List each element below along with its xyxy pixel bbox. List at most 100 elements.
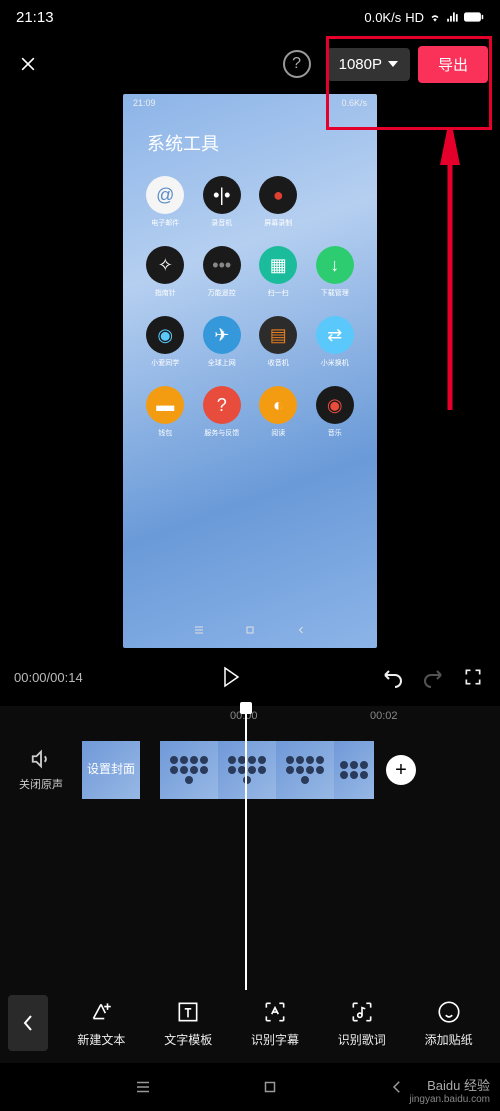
tool-recognize-subtitle[interactable]: 识别字幕 [251,999,299,1048]
chevron-left-icon [22,1014,34,1032]
speaker-icon [30,748,52,770]
playback-controls: 00:00/00:14 [0,648,500,706]
app-icon: ✈ [203,316,241,354]
app-icon: ▤ [259,316,297,354]
playhead[interactable] [245,702,247,990]
undo-button[interactable] [380,664,406,690]
app-icon: ▬ [146,386,184,424]
home-nav-icon[interactable] [261,1078,279,1096]
editor-header: ? 1080P 导出 [0,34,500,94]
tool-add-sticker[interactable]: 添加贴纸 [425,999,473,1048]
preview-status-bar: 21:09 0.6K/s [123,94,377,114]
export-button[interactable]: 导出 [418,46,488,83]
close-icon [18,54,38,74]
app-label: 音乐 [328,428,342,438]
wifi-icon [428,10,442,24]
play-icon [222,666,240,688]
app-item: ↓ 下载管理 [311,246,360,298]
bottom-toolbar: 新建文本 文字模板 识别字幕 识别歌词 添加贴纸 [0,983,500,1063]
tool-new-text[interactable]: 新建文本 [77,999,125,1048]
back-nav-button[interactable] [8,995,48,1051]
app-label: 收音机 [268,358,289,368]
app-icon: ◉ [146,316,184,354]
app-label: 小米换机 [321,358,349,368]
app-grid: @电子邮件•|•录音机●屏幕录制✧指南针•••万能遥控▦扫一扫↓下载管理◉小爱同… [123,176,377,438]
tool-label: 文字模板 [164,1031,212,1048]
app-label: 阅读 [271,428,285,438]
tool-label: 添加贴纸 [425,1031,473,1048]
signal-icon [446,10,460,24]
app-item: ◐ 阅读 [254,386,303,438]
close-button[interactable] [12,48,44,80]
app-icon: ↓ [316,246,354,284]
menu-nav-icon[interactable] [134,1078,152,1096]
tool-label: 识别字幕 [251,1031,299,1048]
watermark: Baidu 经验 jingyan.baidu.com [409,1075,490,1105]
app-item: ◉小爱同学 [141,316,190,368]
status-bar: 21:13 0.0K/s HD [0,0,500,34]
app-label: 指南针 [155,288,176,298]
app-item: ▦扫一扫 [254,246,303,298]
app-item: ◉ 音乐 [311,386,360,438]
app-icon: ◐ [259,386,297,424]
app-icon: ◉ [316,386,354,424]
clip-frame[interactable] [160,741,218,799]
preview-nav-bar [123,624,377,636]
status-time: 21:13 [16,9,54,26]
app-label: 钱包 [158,428,172,438]
annotation-arrow [430,130,470,420]
app-icon: @ [146,176,184,214]
help-button[interactable]: ? [283,50,311,78]
clip-frame[interactable] [334,741,374,799]
cover-button[interactable]: 设置封面 [82,741,140,799]
mute-button[interactable]: 关闭原声 [16,748,66,792]
redo-icon [421,665,445,689]
new-text-icon [88,999,114,1025]
app-icon: ● [259,176,297,214]
clip-strip[interactable] [160,741,374,799]
text-template-icon [175,999,201,1025]
app-item: ✧指南针 [141,246,190,298]
add-clip-button[interactable]: + [386,755,416,785]
status-right: 0.0K/s HD [364,10,484,25]
tool-recognize-lyrics[interactable]: 识别歌词 [338,999,386,1048]
app-item: •••万能遥控 [198,246,247,298]
app-label: 电子邮件 [151,218,179,228]
time-display: 00:00/00:14 [14,670,83,685]
tool-label: 新建文本 [77,1031,125,1048]
preview-title: 系统工具 [123,114,377,176]
battery-icon [464,11,484,23]
app-item: ▬ 钱包 [141,386,190,438]
app-label: 下载管理 [321,288,349,298]
app-icon: ⇄ [316,316,354,354]
app-icon: ? [203,386,241,424]
recognize-subtitle-icon [262,999,288,1025]
app-label: 扫一扫 [268,288,289,298]
app-label: 服务与反馈 [204,428,239,438]
fullscreen-icon [463,667,483,687]
back-nav-icon[interactable] [388,1078,406,1096]
undo-icon [381,665,405,689]
play-button[interactable] [218,664,244,690]
tool-label: 识别歌词 [338,1031,386,1048]
app-label: 全球上网 [208,358,236,368]
redo-button[interactable] [420,664,446,690]
app-item: ● 屏幕录制 [254,176,303,228]
app-label: 录音机 [211,218,232,228]
video-preview[interactable]: 21:09 0.6K/s 系统工具 @电子邮件•|•录音机●屏幕录制✧指南针••… [123,94,377,648]
timeline-track[interactable]: 关闭原声 设置封面 + [0,730,500,810]
app-item: ? 服务与反馈 [198,386,247,438]
app-label: 屏幕录制 [264,218,292,228]
tool-text-template[interactable]: 文字模板 [164,999,212,1048]
clip-frame[interactable] [218,741,276,799]
add-sticker-icon [436,999,462,1025]
recognize-lyrics-icon [349,999,375,1025]
app-item: ✈ 全球上网 [198,316,247,368]
resolution-selector[interactable]: 1080P [327,48,410,81]
app-item: ⇄ 小米换机 [311,316,360,368]
app-icon: ••• [203,246,241,284]
chevron-down-icon [388,61,398,67]
timeline-section: 00:00 00:02 关闭原声 设置封面 + [0,706,500,990]
clip-frame[interactable] [276,741,334,799]
fullscreen-button[interactable] [460,664,486,690]
